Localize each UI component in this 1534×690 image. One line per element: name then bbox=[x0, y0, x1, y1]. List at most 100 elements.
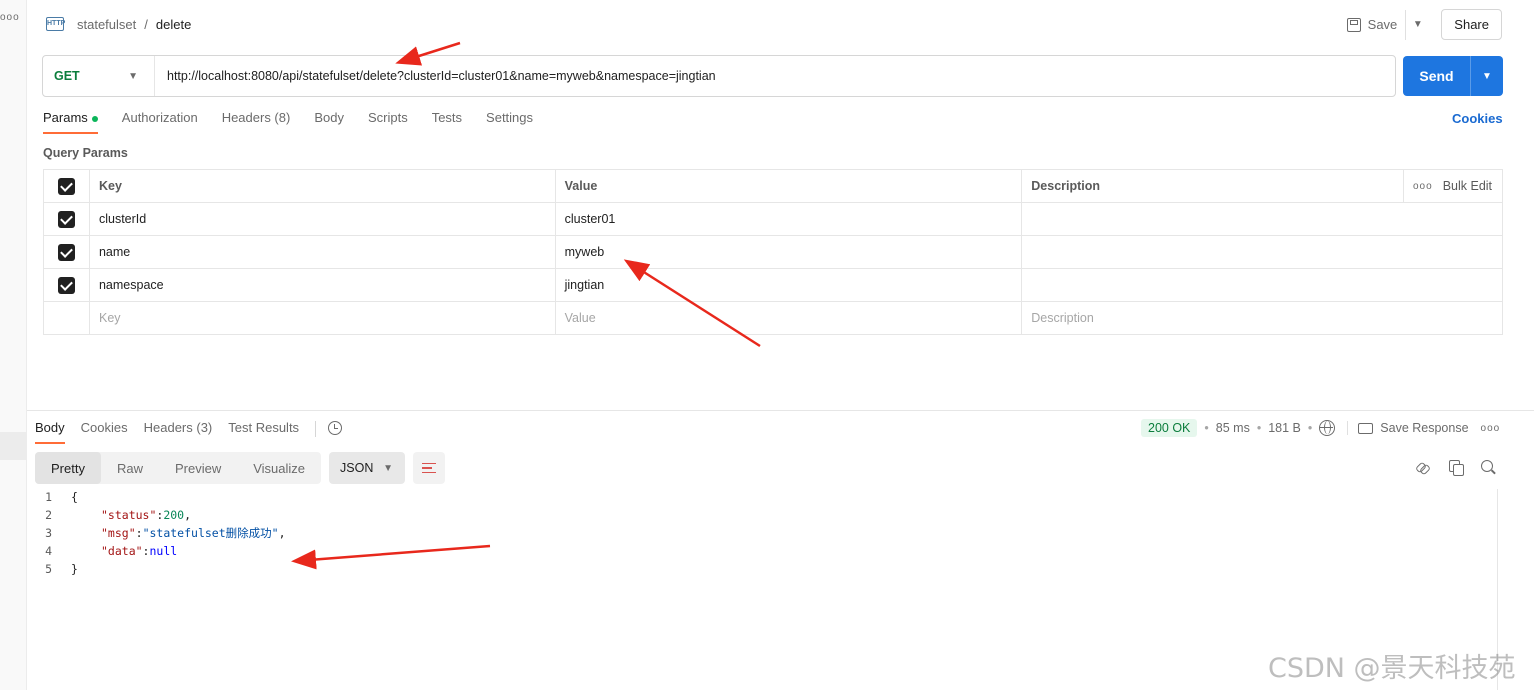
tab-response-body[interactable]: Body bbox=[35, 418, 65, 444]
format-preview-button[interactable]: Preview bbox=[159, 452, 237, 484]
line-number: 2 bbox=[45, 508, 52, 522]
cookies-link[interactable]: Cookies bbox=[1452, 111, 1503, 126]
new-param-row: Key Value Description bbox=[43, 301, 1503, 335]
url-input[interactable] bbox=[155, 56, 1395, 96]
globe-icon[interactable] bbox=[1319, 420, 1336, 436]
language-select[interactable]: JSON ▼ bbox=[329, 452, 406, 484]
breadcrumb-collection[interactable]: statefulset bbox=[77, 17, 136, 32]
history-icon[interactable] bbox=[328, 421, 343, 435]
json-value: null bbox=[149, 544, 178, 558]
format-visualize-button[interactable]: Visualize bbox=[237, 452, 321, 484]
chevron-down-icon: ▼ bbox=[1412, 19, 1423, 30]
select-all-cell bbox=[43, 169, 90, 203]
breadcrumb: HTTP statefulset / delete bbox=[46, 12, 191, 36]
new-description-input[interactable]: Description bbox=[1021, 301, 1503, 335]
share-button[interactable]: Share bbox=[1441, 9, 1502, 40]
status-badge[interactable]: 200 OK bbox=[1141, 419, 1198, 437]
json-brace: { bbox=[71, 490, 78, 504]
save-button[interactable]: Save bbox=[1339, 10, 1406, 40]
format-pretty-button[interactable]: Pretty bbox=[35, 452, 101, 484]
sidebar-selected-item[interactable] bbox=[0, 432, 27, 460]
bulk-edit-cell: ooo Bulk Edit bbox=[1403, 169, 1503, 203]
row-checkbox[interactable] bbox=[57, 243, 75, 261]
more-icon[interactable]: ooo bbox=[1413, 181, 1433, 192]
code-line: 3 "msg": "statefulset删除成功", bbox=[35, 524, 285, 542]
tab-test-results[interactable]: Test Results bbox=[228, 418, 299, 444]
tab-authorization[interactable]: Authorization bbox=[122, 110, 198, 134]
more-icon[interactable]: ooo bbox=[1481, 423, 1501, 434]
json-key: "status" bbox=[101, 508, 157, 522]
param-value[interactable]: cluster01 bbox=[554, 202, 1023, 236]
row-checkbox-cell bbox=[43, 202, 90, 236]
json-value: "statefulset删除成功" bbox=[142, 526, 279, 540]
save-response-button[interactable]: Save Response bbox=[1347, 421, 1469, 435]
search-icon[interactable] bbox=[1480, 459, 1497, 476]
header-actions: Save ▼ Share bbox=[1339, 9, 1502, 40]
wrap-lines-button[interactable] bbox=[413, 452, 446, 484]
param-value[interactable]: myweb bbox=[554, 235, 1023, 269]
tab-body[interactable]: Body bbox=[314, 110, 344, 134]
row-checkbox[interactable] bbox=[57, 276, 75, 294]
table-header-row: Key Value Description ooo Bulk Edit bbox=[43, 169, 1503, 203]
language-label: JSON bbox=[340, 461, 374, 475]
param-value[interactable]: jingtian bbox=[554, 268, 1023, 302]
tab-scripts[interactable]: Scripts bbox=[368, 110, 408, 134]
line-number: 4 bbox=[45, 544, 52, 558]
left-sidebar: ooo bbox=[0, 0, 27, 690]
method-select[interactable]: GET ▼ bbox=[43, 56, 155, 96]
format-toolbar: Pretty Raw Preview Visualize JSON ▼ bbox=[35, 452, 446, 484]
param-key[interactable]: clusterId bbox=[88, 202, 556, 236]
param-key[interactable]: namespace bbox=[88, 268, 556, 302]
select-all-checkbox[interactable] bbox=[57, 177, 75, 195]
link-icon[interactable] bbox=[1414, 459, 1431, 476]
request-title[interactable]: delete bbox=[156, 17, 191, 32]
chevron-down-icon: ▼ bbox=[383, 462, 394, 474]
tab-params[interactable]: Params bbox=[43, 110, 98, 134]
param-description[interactable] bbox=[1021, 202, 1503, 236]
table-row: namespace jingtian bbox=[43, 268, 1503, 302]
value-column-header: Value bbox=[554, 169, 1023, 203]
row-checkbox-cell bbox=[43, 235, 90, 269]
response-time[interactable]: 85 ms bbox=[1216, 421, 1250, 435]
param-key[interactable]: name bbox=[88, 235, 556, 269]
empty-checkbox-cell bbox=[43, 301, 90, 335]
response-tools bbox=[1414, 459, 1497, 476]
key-column-header: Key bbox=[88, 169, 556, 203]
pane-divider[interactable] bbox=[27, 410, 1534, 411]
tab-headers[interactable]: Headers (8) bbox=[222, 110, 291, 134]
param-description[interactable] bbox=[1021, 268, 1503, 302]
query-params-table: Key Value Description ooo Bulk Edit clus… bbox=[43, 169, 1503, 335]
tab-separator bbox=[315, 421, 317, 437]
table-row: name myweb bbox=[43, 235, 1503, 269]
save-icon bbox=[1346, 17, 1361, 32]
more-icon[interactable]: ooo bbox=[0, 12, 20, 23]
json-value: 200 bbox=[163, 508, 185, 522]
method-label: GET bbox=[54, 69, 80, 83]
tab-settings[interactable]: Settings bbox=[486, 110, 533, 134]
copy-icon[interactable] bbox=[1447, 459, 1464, 476]
description-column-header: Description bbox=[1021, 169, 1404, 203]
param-description[interactable] bbox=[1021, 235, 1503, 269]
response-size[interactable]: 181 B bbox=[1268, 421, 1301, 435]
format-raw-button[interactable]: Raw bbox=[101, 452, 159, 484]
code-line: 5 } bbox=[35, 560, 286, 578]
json-key: "data" bbox=[101, 544, 143, 558]
tab-tests[interactable]: Tests bbox=[432, 110, 462, 134]
params-active-dot bbox=[91, 116, 98, 122]
send-button-group: Send ▼ bbox=[1403, 56, 1503, 96]
new-key-input[interactable]: Key bbox=[88, 301, 556, 335]
save-response-label: Save Response bbox=[1380, 421, 1469, 435]
save-dropdown-button[interactable]: ▼ bbox=[1405, 9, 1429, 40]
send-button[interactable]: Send bbox=[1403, 68, 1470, 84]
new-value-input[interactable]: Value bbox=[554, 301, 1023, 335]
response-body-viewer[interactable]: 1 { 2 "status": 200, 3 "msg": "statefuls… bbox=[35, 488, 286, 578]
tab-response-cookies[interactable]: Cookies bbox=[81, 418, 128, 444]
code-line: 1 { bbox=[35, 488, 286, 506]
meta-separator: • bbox=[1307, 421, 1313, 435]
code-line: 4 "data": null bbox=[35, 542, 286, 560]
send-dropdown-button[interactable]: ▼ bbox=[1470, 56, 1503, 96]
bulk-edit-button[interactable]: Bulk Edit bbox=[1443, 179, 1492, 193]
row-checkbox[interactable] bbox=[57, 210, 75, 228]
code-line: 2 "status": 200, bbox=[35, 506, 286, 524]
tab-response-headers[interactable]: Headers (3) bbox=[144, 418, 213, 444]
